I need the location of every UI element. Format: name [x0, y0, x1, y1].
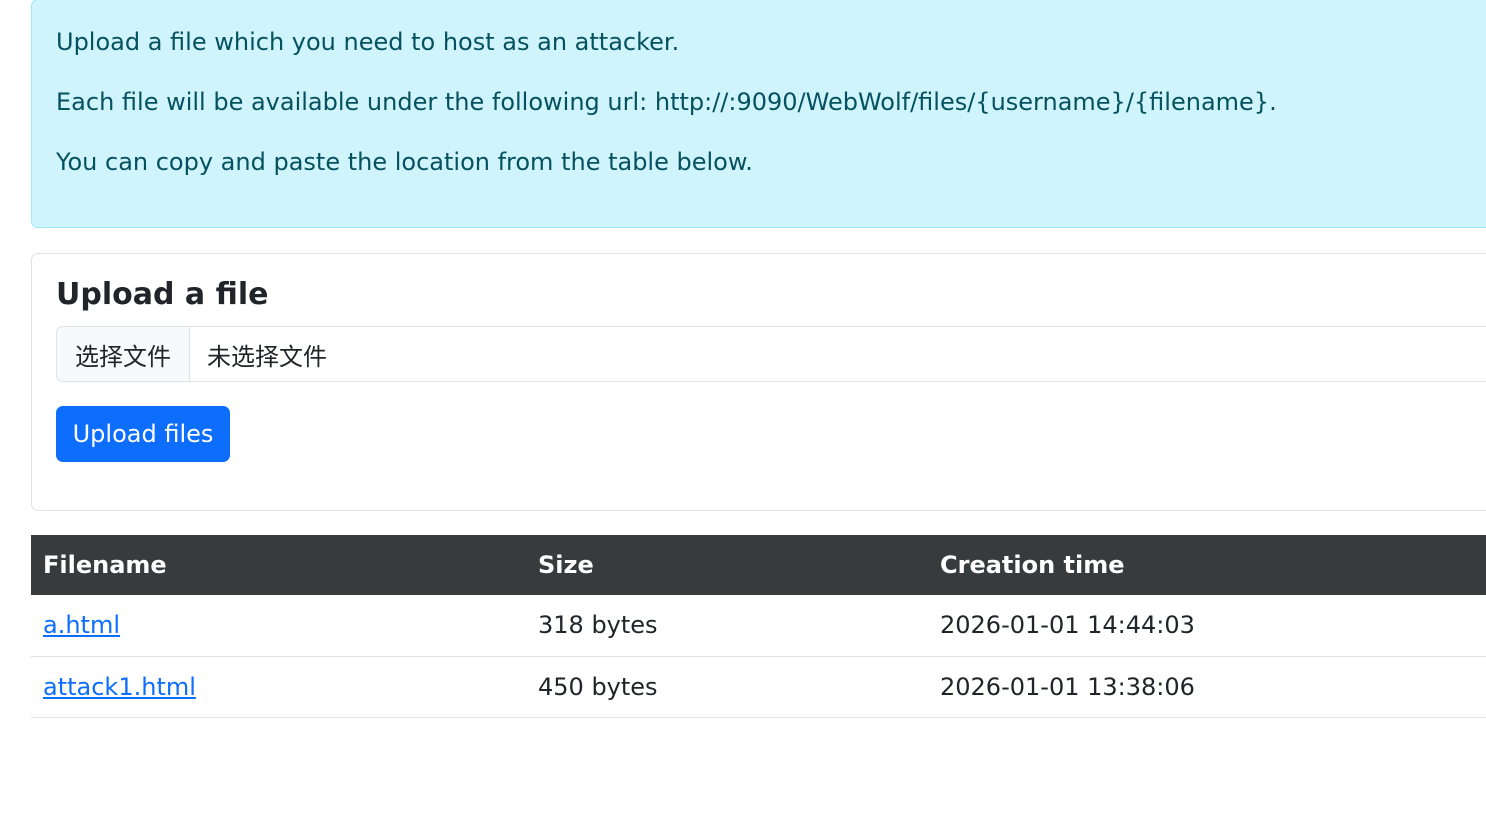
info-alert: Upload a file which you need to host as …: [31, 0, 1486, 228]
file-link[interactable]: attack1.html: [43, 673, 196, 701]
upload-title: Upload a file: [56, 277, 269, 312]
info-line-upload: Upload a file which you need to host as …: [56, 28, 680, 56]
cell-size: 450 bytes: [526, 656, 928, 718]
table-row: a.html 318 bytes 2026-01-01 14:44:03: [31, 595, 1486, 657]
table-header-row: Filename Size Creation time: [31, 535, 1486, 595]
upload-card: Upload a file 选择文件 未选择文件 Upload files: [31, 253, 1486, 511]
table-row: attack1.html 450 bytes 2026-01-01 13:38:…: [31, 656, 1486, 718]
choose-file-button[interactable]: 选择文件: [57, 327, 190, 381]
upload-files-button[interactable]: Upload files: [56, 406, 230, 462]
info-line-url: Each file will be available under the fo…: [56, 88, 1277, 116]
page: Upload a file which you need to host as …: [0, 0, 1486, 817]
cell-creation-time: 2026-01-01 14:44:03: [928, 595, 1486, 657]
cell-size: 318 bytes: [526, 595, 928, 657]
info-line-copy: You can copy and paste the location from…: [56, 148, 753, 176]
cell-creation-time: 2026-01-01 13:38:06: [928, 656, 1486, 718]
cell-filename: a.html: [31, 595, 526, 657]
header-creation-time: Creation time: [928, 535, 1486, 595]
file-link[interactable]: a.html: [43, 611, 120, 639]
cell-filename: attack1.html: [31, 656, 526, 718]
file-status-text: 未选择文件: [207, 342, 327, 371]
file-input[interactable]: 选择文件 未选择文件: [56, 326, 1486, 382]
files-table: Filename Size Creation time a.html 318 b…: [31, 535, 1486, 718]
header-filename: Filename: [31, 535, 526, 595]
header-size: Size: [526, 535, 928, 595]
